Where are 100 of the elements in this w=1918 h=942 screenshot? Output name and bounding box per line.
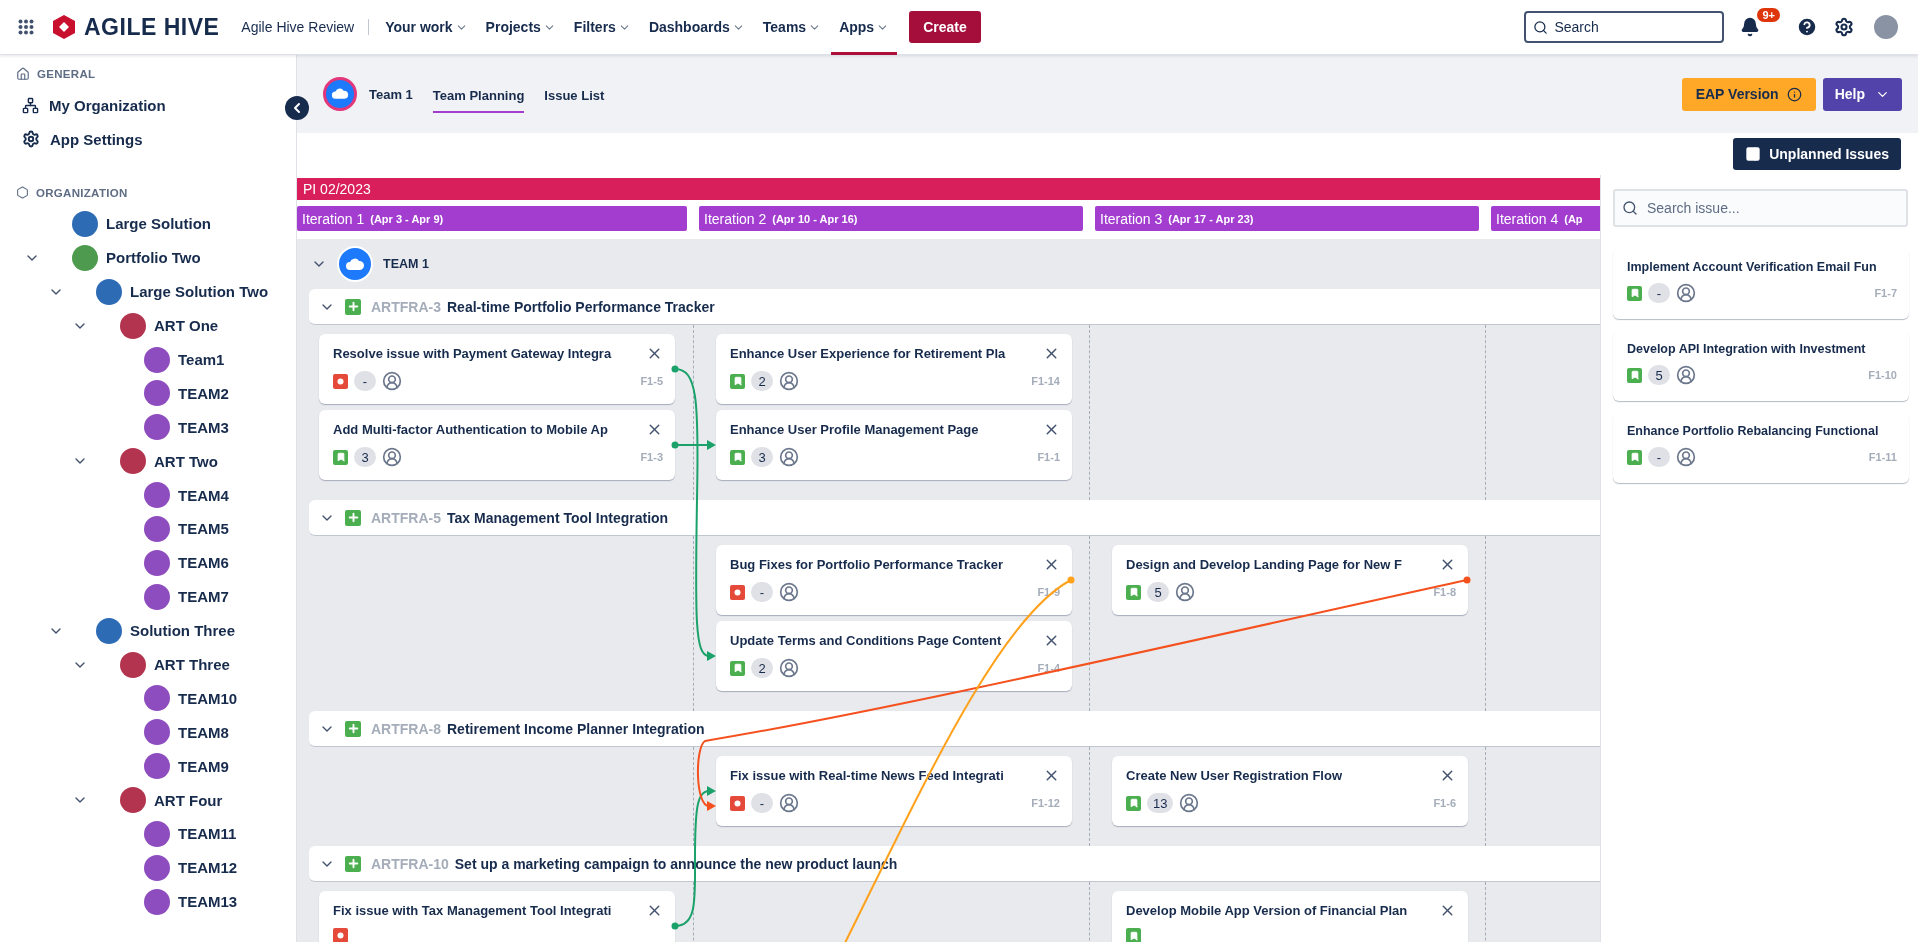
- issue-key: F1-1: [1037, 451, 1060, 463]
- avatar-icon: [144, 346, 170, 373]
- nav-menu[interactable]: Projects: [477, 0, 564, 55]
- team-name: TEAM 1: [383, 257, 429, 271]
- avatar-icon: [72, 210, 98, 237]
- issue-card[interactable]: Resolve issue with Payment Gateway Integra - F1-5: [319, 334, 675, 404]
- feature-title: Tax Management Tool Integration: [447, 509, 669, 526]
- feature-bar[interactable]: ARTFRA-3 Real-time Portfolio Performance Tracker: [309, 289, 1600, 325]
- issue-key: F1-5: [640, 375, 663, 387]
- story-points: 13: [1147, 793, 1174, 813]
- tree-item[interactable]: TEAM8: [178, 723, 229, 741]
- sidebar-link[interactable]: App Settings: [16, 122, 149, 156]
- story-points: 5: [1147, 582, 1169, 602]
- tree-item[interactable]: TEAM7: [178, 588, 229, 606]
- avatar-icon: [144, 888, 170, 915]
- avatar-icon: [120, 448, 146, 475]
- sidebar-link[interactable]: My Organization: [16, 89, 172, 122]
- iteration-dates: (Apr 3 - Apr 9): [370, 212, 444, 225]
- issue-card[interactable]: Create New User Registration Flow 13 F1-6: [1112, 756, 1468, 826]
- tree-item[interactable]: Team1: [178, 351, 225, 368]
- issue-card[interactable]: Add Multi-factor Authentication to Mobile Ap 3 F1-3: [319, 410, 675, 480]
- eap-version-button[interactable]: EAP Version: [1681, 77, 1816, 111]
- feature-title: Retirement Income Planner Integration: [447, 720, 705, 737]
- bookmark-icon: [333, 449, 348, 465]
- issue-card[interactable]: Fix issue with Tax Management Tool Integrati: [319, 891, 675, 942]
- tree-item[interactable]: ART Four: [154, 791, 223, 809]
- issue-title: Develop API Integration with Investment: [1627, 342, 1866, 356]
- tree-item[interactable]: TEAM4: [178, 486, 229, 504]
- tree-item[interactable]: Portfolio Two: [106, 249, 201, 267]
- tree-item[interactable]: TEAM2: [178, 384, 229, 402]
- story-points: -: [354, 371, 376, 391]
- issue-card[interactable]: Develop API Integration with Investment 5 F1-10: [1613, 331, 1909, 401]
- issue-card[interactable]: Enhance User Experience for Retirement Pla 2 F1-14: [716, 334, 1072, 404]
- user-avatar[interactable]: [1874, 15, 1898, 39]
- iteration-dates: (Apr 17 - Apr 23): [1168, 212, 1254, 225]
- feature-key: ARTFRA-5: [371, 509, 441, 526]
- iteration-dates: (Apr 10 - Apr 16): [772, 212, 858, 225]
- avatar-icon: [144, 380, 170, 407]
- feature-bar[interactable]: ARTFRA-5 Tax Management Tool Integration: [309, 500, 1600, 536]
- avatar-icon: [144, 685, 170, 712]
- tab[interactable]: Issue List: [544, 79, 605, 113]
- feature-bar[interactable]: ARTFRA-8 Retirement Income Planner Integration: [309, 711, 1600, 747]
- help-icon[interactable]: [1796, 16, 1818, 38]
- issue-card[interactable]: Design and Develop Landing Page for New F 5 F1-8: [1112, 545, 1468, 615]
- issue-key: F1-14: [1031, 375, 1060, 387]
- avatar-icon: [96, 278, 122, 305]
- tree-item[interactable]: Large Solution Two: [130, 283, 269, 301]
- tab[interactable]: Team Planning: [432, 79, 525, 113]
- avatar-icon: [120, 651, 146, 678]
- story-points: 3: [751, 447, 773, 467]
- issue-title: Develop Mobile App Version of Financial Plan: [1126, 903, 1408, 918]
- section-heading: GENERAL: [37, 68, 96, 80]
- tree-item[interactable]: ART Three: [154, 656, 230, 673]
- tree-item[interactable]: Large Solution: [106, 215, 211, 233]
- panel-icon: [1745, 146, 1762, 162]
- avatar-icon: [144, 414, 170, 441]
- search-field[interactable]: Search: [1524, 11, 1725, 43]
- story-points: 2: [751, 371, 773, 391]
- bug-icon: [333, 373, 348, 389]
- plus-icon: [345, 855, 361, 872]
- site-name[interactable]: Agile Hive Review: [241, 19, 370, 35]
- issue-card[interactable]: Implement Account Verification Email Fun - F1-7: [1613, 249, 1909, 319]
- tree-item[interactable]: TEAM5: [178, 520, 229, 538]
- bookmark-icon: [1126, 795, 1141, 811]
- tree-item[interactable]: ART One: [154, 317, 219, 335]
- tree-item[interactable]: TEAM6: [178, 554, 229, 572]
- tree-item[interactable]: TEAM10: [178, 689, 238, 707]
- tree-item[interactable]: Solution Three: [130, 622, 235, 640]
- issue-key: F1-3: [640, 451, 663, 463]
- unplanned-issues-button[interactable]: Unplanned Issues: [1733, 138, 1901, 170]
- issue-card[interactable]: Develop Mobile App Version of Financial Plan: [1112, 891, 1468, 942]
- bug-icon: [730, 795, 745, 811]
- plus-icon: [345, 298, 361, 315]
- app-grid-icon[interactable]: [18, 19, 34, 35]
- assignee-icon: [1676, 447, 1696, 467]
- notification-count: 9+: [1757, 8, 1780, 22]
- issue-title: Fix issue with Tax Management Tool Integrati: [333, 903, 612, 918]
- tree-item[interactable]: TEAM3: [178, 418, 229, 436]
- nav-menu[interactable]: Dashboards: [640, 0, 753, 55]
- bookmark-icon: [1126, 928, 1141, 942]
- story-points: -: [1648, 447, 1670, 467]
- issue-search-field[interactable]: Search issue...: [1613, 189, 1908, 227]
- avatar-icon: [144, 549, 170, 576]
- tree-item[interactable]: ART Two: [154, 452, 218, 470]
- nav-menu[interactable]: Your work: [377, 0, 476, 55]
- program-increment-bar: PI 02/2023: [297, 178, 1600, 200]
- tree-item[interactable]: TEAM12: [178, 859, 238, 877]
- notification-bell-icon[interactable]: [1740, 17, 1761, 37]
- feature-title: Real-time Portfolio Performance Tracker: [447, 298, 715, 315]
- nav-menu[interactable]: Filters: [565, 0, 639, 55]
- issue-title: Enhance User Profile Management Page: [730, 422, 979, 437]
- issue-card[interactable]: Enhance User Profile Management Page 3 F1-1: [716, 410, 1072, 480]
- nav-menu[interactable]: Teams: [754, 0, 830, 55]
- create-button[interactable]: Create: [909, 11, 981, 43]
- settings-icon[interactable]: [1834, 17, 1854, 37]
- tree-item[interactable]: TEAM13: [178, 893, 238, 911]
- issue-card[interactable]: Enhance Portfolio Rebalancing Functional - F1-11: [1613, 413, 1909, 483]
- help-button[interactable]: Help: [1822, 77, 1902, 111]
- tree-item[interactable]: TEAM11: [178, 825, 237, 843]
- tree-item[interactable]: TEAM9: [178, 757, 229, 775]
